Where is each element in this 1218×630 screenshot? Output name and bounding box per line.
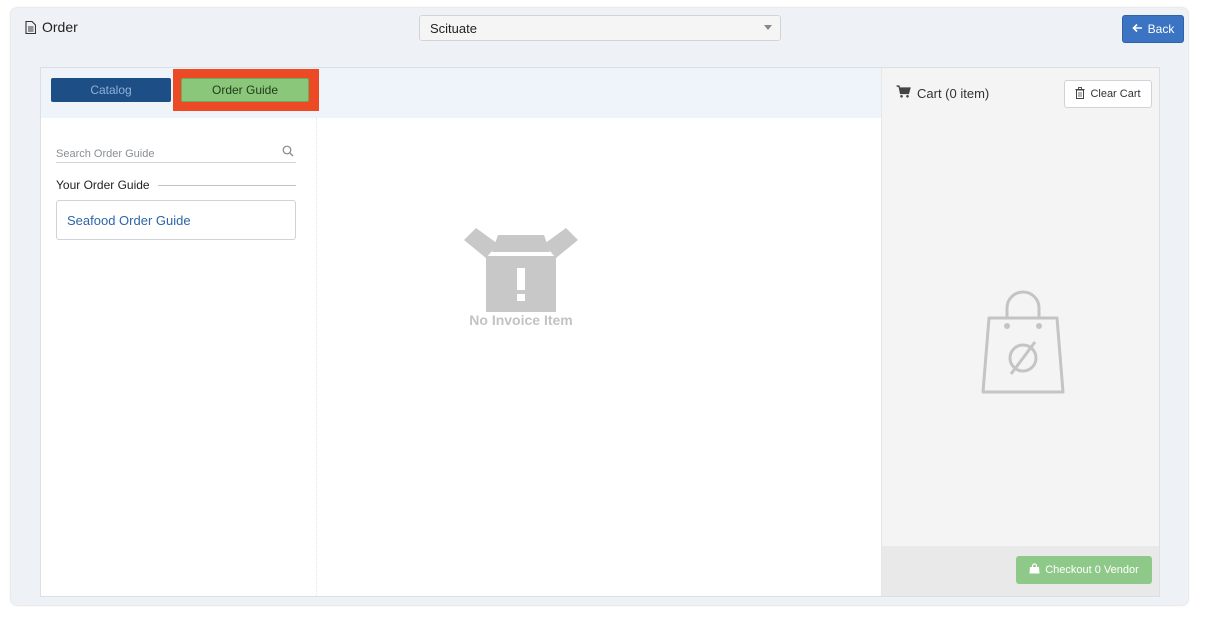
- arrow-left-icon: [1132, 22, 1143, 36]
- section-heading: Your Order Guide: [56, 178, 296, 192]
- divider: [157, 184, 296, 186]
- checkout-button-label: Checkout 0 Vendor: [1045, 564, 1139, 576]
- search-input[interactable]: [56, 148, 266, 160]
- app-window: Order Scituate Back Catalog Order Guide: [11, 8, 1188, 605]
- document-icon: [25, 20, 36, 34]
- search-field: [56, 144, 296, 163]
- page-title-text: Order: [42, 19, 78, 35]
- page-title: Order: [25, 19, 78, 35]
- clear-cart-label: Clear Cart: [1090, 88, 1141, 100]
- page-header: Order Scituate Back: [11, 8, 1188, 50]
- location-select[interactable]: Scituate: [419, 15, 781, 41]
- cart-title: Cart (0 item): [896, 85, 989, 101]
- open-box-alert-icon: [441, 218, 601, 314]
- section-heading-text: Your Order Guide: [56, 178, 150, 192]
- caret-down-icon: [764, 25, 772, 30]
- cart-panel: Cart (0 item) Clear Cart Checkout 0 Vend…: [881, 68, 1159, 596]
- bag-icon: [1029, 563, 1040, 577]
- empty-invoice-state: No Invoice Item: [441, 218, 601, 328]
- tab-catalog[interactable]: Catalog: [51, 78, 171, 102]
- cart-title-text: Cart (0 item): [917, 85, 990, 101]
- order-panel: Catalog Order Guide Your Order Guide Sea…: [40, 67, 1160, 597]
- empty-message: No Invoice Item: [469, 312, 573, 328]
- cart-icon: [896, 85, 911, 101]
- checkout-button[interactable]: Checkout 0 Vendor: [1016, 556, 1152, 584]
- clear-cart-button[interactable]: Clear Cart: [1064, 80, 1152, 108]
- order-guide-item[interactable]: Seafood Order Guide: [56, 200, 296, 240]
- order-guide-sidebar: Your Order Guide Seafood Order Guide: [41, 118, 317, 596]
- tab-order-guide[interactable]: Order Guide: [181, 78, 309, 102]
- back-button-label: Back: [1147, 22, 1175, 36]
- tab-strip: Catalog Order Guide: [41, 68, 881, 118]
- back-button[interactable]: Back: [1122, 15, 1184, 43]
- trash-icon: [1075, 86, 1085, 102]
- search-icon[interactable]: [282, 144, 294, 162]
- location-select-value: Scituate: [430, 21, 477, 36]
- empty-bag-icon: [980, 288, 1066, 401]
- checkout-bar: Checkout 0 Vendor: [882, 546, 1159, 596]
